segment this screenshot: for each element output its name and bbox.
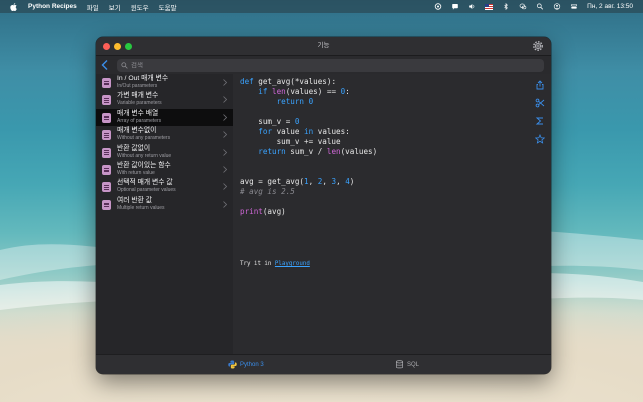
sidebar-item-title: 매개 변수 배열: [117, 109, 159, 117]
sidebar-item-with-return-value[interactable]: 반환 값이있는 함수 With return value: [96, 161, 233, 178]
recipe-icon: [102, 78, 111, 88]
menu-help[interactable]: 도움말: [159, 2, 177, 12]
code-line: print(avg): [240, 207, 286, 216]
try-it-prefix: Try it in: [240, 261, 272, 267]
bluetooth-icon[interactable]: [502, 3, 510, 10]
sidebar-item-subtitle: Optional parameter values: [117, 187, 176, 194]
gear-icon[interactable]: [532, 40, 544, 52]
tab-python-label: Python 3: [240, 361, 264, 368]
sidebar-item-without-parameters[interactable]: 매개 변수없이 Without any parameters: [96, 126, 233, 143]
scissors-icon[interactable]: [535, 98, 545, 108]
sidebar-item-title: 가변 매개 변수: [117, 92, 159, 100]
sidebar-item-subtitle: In/Out parameters: [117, 83, 158, 89]
volume-icon[interactable]: [468, 3, 476, 10]
creative-cloud-icon[interactable]: [434, 3, 442, 10]
chevron-right-icon: [223, 166, 227, 173]
star-icon[interactable]: [535, 134, 545, 144]
sidebar-item-title: 선택적 매개 변수 값: [117, 179, 173, 187]
code-line: for value in values:: [258, 127, 350, 136]
sidebar-item-subtitle: Variable parameters: [117, 100, 162, 107]
search-toolbar: [96, 56, 551, 74]
recipe-icon: [102, 95, 111, 106]
sidebar-item-multiple-return-values[interactable]: 여러 반환 값 Multiple return values: [96, 196, 233, 213]
sidebar-item-title: 매개 변수없이: [117, 127, 157, 135]
menu-view[interactable]: 보기: [109, 2, 121, 12]
sidebar-item-array-of-parameters[interactable]: 매개 변수 배열 Array of parameters: [96, 108, 233, 127]
chevron-right-icon: [223, 131, 227, 138]
code-line: avg = get_avg(1, 2, 3, 4): [240, 177, 355, 186]
recipe-sidebar: In / Out 매개 변수 In/Out parameters 가변 매개 변수…: [96, 74, 233, 354]
sidebar-item-subtitle: Without any return value: [117, 152, 172, 159]
chevron-right-icon: [223, 79, 227, 86]
sidebar-item-subtitle: Array of parameters: [117, 117, 162, 124]
code-line: return sum_v / len(values): [258, 147, 378, 156]
app-window: 기능 In / Out 매개 변수In/Out parameters 가변 매개…: [96, 37, 551, 374]
apple-logo-icon[interactable]: [10, 2, 17, 11]
code-line: sum_v = 0: [240, 117, 300, 126]
sidebar-item-title: 여러 반환 값: [117, 196, 153, 204]
user-account-icon[interactable]: [553, 3, 561, 10]
code-comment: # avg is 2.5: [240, 187, 295, 196]
message-icon[interactable]: [451, 3, 459, 10]
search-icon: [121, 62, 128, 69]
wechat-icon[interactable]: [519, 3, 527, 10]
sidebar-item-in-out-parameters[interactable]: In / Out 매개 변수 In/Out parameters: [96, 74, 233, 91]
sidebar-item-subtitle: Without any parameters: [117, 135, 171, 142]
sidebar-item-optional-parameter-values[interactable]: 선택적 매개 변수 값 Optional parameter values: [96, 178, 233, 195]
chevron-right-icon: [223, 148, 227, 156]
search-field[interactable]: [117, 59, 544, 72]
sidebar-item-subtitle: Multiple return values: [117, 204, 165, 211]
code-line: def get_avg(*values):: [240, 77, 337, 86]
search-input[interactable]: [131, 62, 531, 69]
window-title: 기능: [317, 42, 330, 49]
language-tab-bar: Python 3 SQL: [96, 354, 551, 374]
code-line: sum_v += value: [240, 137, 341, 146]
sidebar-item-title: 반환 값없이: [117, 144, 151, 152]
chevron-right-icon: [223, 200, 227, 208]
macos-menu-bar: Python Recipes 파일 보기 윈도우 도움말 Пн, 2 авг. …: [0, 0, 643, 13]
tab-sql-label: SQL: [407, 361, 420, 368]
control-center-icon[interactable]: [570, 3, 578, 10]
python-logo-icon: [228, 360, 237, 369]
us-flag-input-icon[interactable]: [485, 3, 494, 10]
sidebar-item-variable-parameters[interactable]: 가변 매개 변수 Variable parameters: [96, 91, 233, 108]
share-icon[interactable]: [535, 80, 545, 90]
recipe-icon: [102, 112, 111, 123]
recipe-icon: [102, 199, 111, 210]
database-icon: [395, 360, 404, 369]
recipe-icon: [102, 130, 111, 141]
code-viewer[interactable]: def get_avg(*values): if len(values) == …: [233, 74, 551, 354]
menu-window[interactable]: 윈도우: [131, 2, 149, 12]
recipe-icon: [102, 147, 111, 158]
sidebar-item-subtitle: With return value: [117, 169, 155, 176]
chevron-right-icon: [223, 96, 227, 104]
try-it-text: Try it in Playground: [240, 261, 310, 267]
recipe-icon: [102, 182, 111, 193]
title-bar[interactable]: 기능: [96, 37, 551, 56]
code-line: if len(values) == 0:: [258, 87, 350, 96]
sigma-icon[interactable]: [535, 116, 545, 126]
recipe-icon: [102, 164, 111, 175]
back-chevron-icon[interactable]: [100, 59, 110, 71]
chevron-right-icon: [223, 113, 227, 121]
sidebar-item-title: In / Out 매개 변수: [117, 75, 169, 82]
search-spotlight-icon[interactable]: [536, 3, 544, 10]
chevron-right-icon: [223, 183, 227, 191]
code-line: return 0: [276, 97, 314, 106]
tab-sql[interactable]: SQL: [395, 360, 419, 369]
playground-link[interactable]: Playground: [275, 261, 310, 267]
app-name-menu[interactable]: Python Recipes: [28, 3, 77, 10]
sidebar-item-title: 반환 값이있는 함수: [117, 161, 171, 169]
menu-bar-clock[interactable]: Пн, 2 авг. 13:50: [587, 3, 633, 10]
code-actions: [535, 80, 545, 152]
tab-python[interactable]: Python 3: [228, 360, 264, 369]
sidebar-item-without-return-value[interactable]: 반환 값없이 Without any return value: [96, 144, 233, 161]
menu-file[interactable]: 파일: [87, 2, 99, 12]
